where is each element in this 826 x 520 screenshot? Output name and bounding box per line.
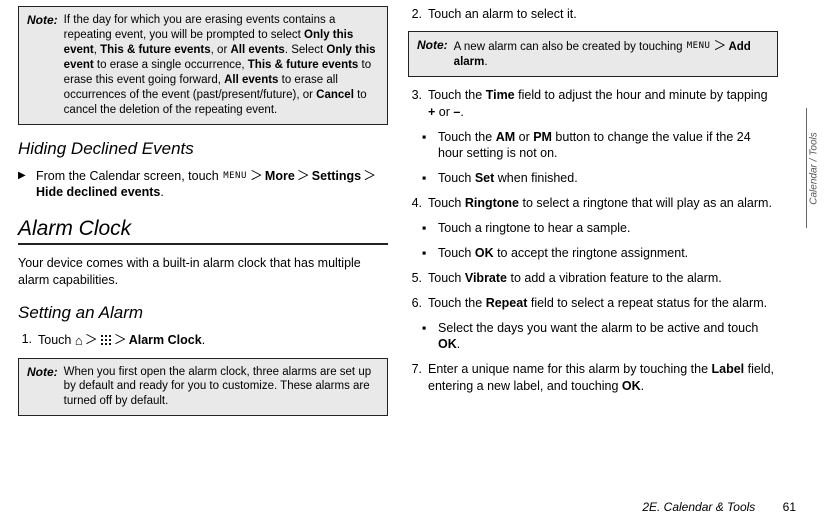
- chevron-right-icon: ＞: [248, 168, 265, 183]
- note-box-3: Note: A new alarm can also be created by…: [408, 31, 778, 77]
- step-number: 2.: [408, 6, 422, 23]
- chevron-right-icon: ＞: [83, 332, 100, 347]
- step-1: 1. Touch ⌂＞＞Alarm Clock.: [18, 331, 388, 349]
- step-5: 5. Touch Vibrate to add a vibration feat…: [408, 270, 778, 287]
- step-text: Touch ⌂＞＞Alarm Clock.: [38, 331, 388, 349]
- left-column: Note: If the day for which you are erasi…: [18, 6, 388, 488]
- note-box-2: Note: When you first open the alarm cloc…: [18, 358, 388, 417]
- heading-hiding-declined: Hiding Declined Events: [18, 139, 388, 159]
- substep-text: Touch Set when finished.: [438, 170, 778, 187]
- square-bullet-icon: ▪: [422, 129, 432, 163]
- footer-section: 2E. Calendar & Tools: [642, 500, 755, 514]
- step-number: 7.: [408, 361, 422, 395]
- square-bullet-icon: ▪: [422, 320, 432, 354]
- step-4: 4. Touch Ringtone to select a ringtone t…: [408, 195, 778, 212]
- step-text: Enter a unique name for this alarm by to…: [428, 361, 778, 395]
- step-text: Touch the Time field to adjust the hour …: [428, 87, 778, 121]
- apps-grid-icon: [100, 334, 112, 346]
- triangle-bullet-icon: ▶: [18, 167, 30, 202]
- chevron-right-icon: ＞: [361, 168, 378, 183]
- chevron-right-icon: ＞: [112, 332, 129, 347]
- square-bullet-icon: ▪: [422, 170, 432, 187]
- substep-3a: ▪ Touch the AM or PM button to change th…: [422, 129, 778, 163]
- step-number: 6.: [408, 295, 422, 312]
- step-number: 5.: [408, 270, 422, 287]
- substep-3b: ▪ Touch Set when finished.: [422, 170, 778, 187]
- heading-rule: [18, 243, 388, 245]
- menu-icon: MENU: [222, 170, 248, 182]
- bullet-text: From the Calendar screen, touch MENU＞Mor…: [36, 167, 388, 202]
- heading-alarm-clock: Alarm Clock: [18, 217, 388, 241]
- substep-text: Touch the AM or PM button to change the …: [438, 129, 778, 163]
- side-tab: Calendar / Tools: [806, 108, 822, 228]
- page: Note: If the day for which you are erasi…: [0, 0, 826, 490]
- step-text: Touch an alarm to select it.: [428, 6, 778, 23]
- note-text: If the day for which you are erasing eve…: [64, 13, 379, 118]
- chevron-right-icon: ＞: [711, 38, 728, 53]
- step-7: 7. Enter a unique name for this alarm by…: [408, 361, 778, 395]
- page-footer: 2E. Calendar & Tools 61: [642, 500, 796, 514]
- step-number: 4.: [408, 195, 422, 212]
- intro-text: Your device comes with a built-in alarm …: [18, 255, 388, 289]
- note-label: Note:: [27, 365, 58, 410]
- right-column: 2. Touch an alarm to select it. Note: A …: [408, 6, 778, 488]
- square-bullet-icon: ▪: [422, 245, 432, 262]
- step-number: 1.: [18, 331, 32, 349]
- step-6: 6. Touch the Repeat field to select a re…: [408, 295, 778, 312]
- substep-4b: ▪ Touch OK to accept the ringtone assign…: [422, 245, 778, 262]
- side-tab-label: Calendar / Tools: [809, 132, 820, 204]
- step-text: Touch Vibrate to add a vibration feature…: [428, 270, 778, 287]
- home-icon: ⌂: [75, 332, 83, 350]
- step-3: 3. Touch the Time field to adjust the ho…: [408, 87, 778, 121]
- substep-text: Select the days you want the alarm to be…: [438, 320, 778, 354]
- step-text: Touch Ringtone to select a ringtone that…: [428, 195, 778, 212]
- note-text: A new alarm can also be created by touch…: [454, 38, 769, 70]
- menu-icon: MENU: [686, 41, 712, 53]
- substep-text: Touch a ringtone to hear a sample.: [438, 220, 778, 237]
- note-box-1: Note: If the day for which you are erasi…: [18, 6, 388, 125]
- note-text: When you first open the alarm clock, thr…: [64, 365, 379, 410]
- step-2: 2. Touch an alarm to select it.: [408, 6, 778, 23]
- step-text: Touch the Repeat field to select a repea…: [428, 295, 778, 312]
- note-label: Note:: [27, 13, 58, 118]
- heading-setting-alarm: Setting an Alarm: [18, 303, 388, 323]
- page-number: 61: [783, 500, 796, 514]
- step-number: 3.: [408, 87, 422, 121]
- substep-4a: ▪ Touch a ringtone to hear a sample.: [422, 220, 778, 237]
- square-bullet-icon: ▪: [422, 220, 432, 237]
- bullet-step: ▶ From the Calendar screen, touch MENU＞M…: [18, 167, 388, 202]
- substep-6a: ▪ Select the days you want the alarm to …: [422, 320, 778, 354]
- note-label: Note:: [417, 38, 448, 70]
- chevron-right-icon: ＞: [295, 168, 312, 183]
- substep-text: Touch OK to accept the ringtone assignme…: [438, 245, 778, 262]
